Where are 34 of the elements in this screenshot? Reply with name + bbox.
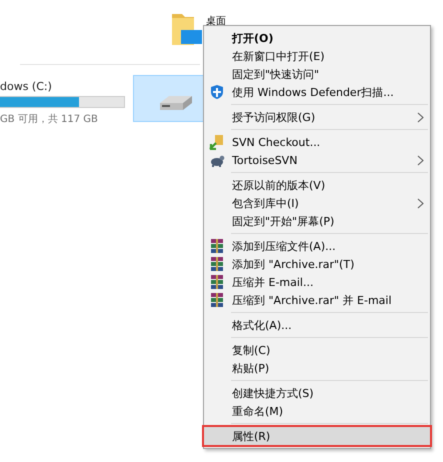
menu-item[interactable]: 固定到"快速访问" <box>204 65 430 83</box>
menu-item[interactable]: 使用 Windows Defender扫描... <box>204 83 430 101</box>
chevron-icon <box>417 112 424 122</box>
drive-tile[interactable] <box>133 75 205 122</box>
archive-icon <box>209 256 225 272</box>
menu-item[interactable]: 还原以前的版本(V) <box>204 176 430 194</box>
folder-label: 桌面 <box>206 14 226 29</box>
menu-item[interactable]: SVN Checkout... <box>204 133 430 151</box>
menu-item[interactable]: 创建快捷方式(S) <box>204 384 430 402</box>
archive-icon <box>209 292 225 308</box>
menu-item[interactable]: 重命名(M) <box>204 402 430 420</box>
menu-item[interactable]: 固定到"开始"屏幕(P) <box>204 212 430 230</box>
chevron-icon <box>417 154 424 166</box>
menu-item[interactable]: 添加到压缩文件(A)... <box>204 237 430 255</box>
shield-icon <box>209 84 225 100</box>
menu-item[interactable]: 在新窗口中打开(E) <box>204 47 430 65</box>
menu-item[interactable]: 压缩到 "Archive.rar" 并 E-mail <box>204 291 430 309</box>
menu-item[interactable]: 授予访问权限(G) <box>204 108 430 126</box>
menu-item[interactable]: 属性(R) <box>204 427 430 445</box>
menu-item[interactable]: 打开(O) <box>204 29 430 47</box>
archive-icon <box>209 238 225 254</box>
menu-item[interactable]: 粘贴(P) <box>204 359 430 377</box>
archive-icon <box>209 274 225 290</box>
drive-icon <box>159 94 193 110</box>
menu-item[interactable]: 复制(C) <box>204 341 430 359</box>
chevron-icon <box>417 198 424 208</box>
menu-item[interactable]: 压缩并 E-mail... <box>204 273 430 291</box>
menu-item[interactable]: TortoiseSVN <box>204 151 430 169</box>
menu-item[interactable]: 包含到库中(I) <box>204 194 430 212</box>
menu-item[interactable]: 格式化(A)... <box>204 316 430 334</box>
menu-item[interactable]: 添加到 "Archive.rar"(T) <box>204 255 430 273</box>
checkout-icon <box>209 134 225 150</box>
drive-name: dows (C:) <box>0 80 53 93</box>
drive-space: GB 可用，共 117 GB <box>0 112 99 126</box>
